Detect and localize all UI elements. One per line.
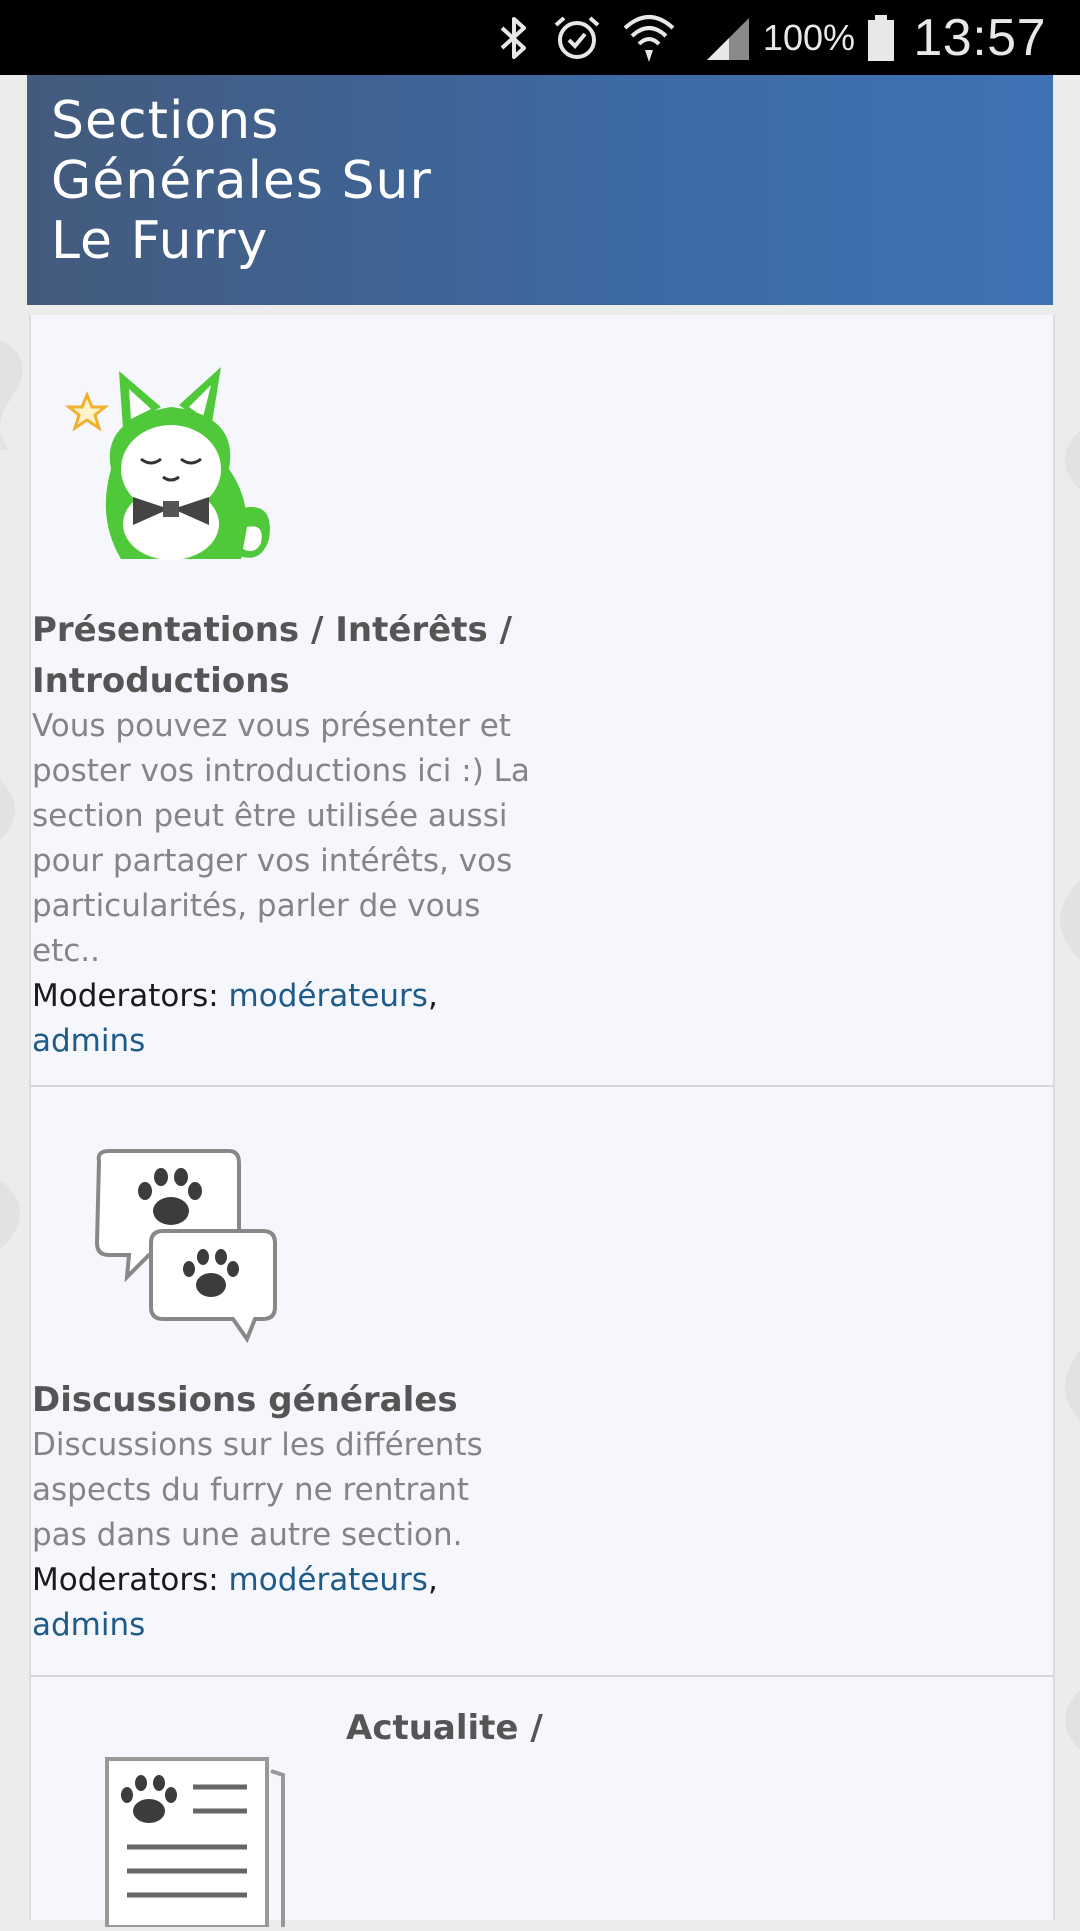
- forum-title-link[interactable]: Discussions générales: [32, 1375, 532, 1426]
- wifi-icon: [623, 0, 675, 75]
- comma-separator: ,: [427, 978, 438, 1014]
- moderators-link[interactable]: modérateurs: [229, 978, 428, 1014]
- forum-list: Présentations / Intérêts / Introductions…: [29, 315, 1055, 1929]
- alarm-icon: [552, 0, 602, 75]
- clock: 13:57: [913, 8, 1046, 67]
- forum-row: Actualite /: [31, 1679, 1053, 1929]
- forum-row: Discussions générales Discussions sur le…: [31, 1089, 1053, 1677]
- moderators-label: Moderators:: [32, 978, 219, 1014]
- moderators-line: Moderators: modérateurs, admins: [32, 1558, 532, 1648]
- forum-title-link[interactable]: Présentations / Intérêts / Introductions: [32, 605, 532, 707]
- forum-description: Vous pouvez vous présenter et poster vos…: [32, 708, 530, 969]
- forum-row: Présentations / Intérêts / Introductions…: [31, 315, 1053, 1087]
- forum-info: Discussions générales Discussions sur le…: [32, 1375, 532, 1648]
- admins-link[interactable]: admins: [32, 1023, 145, 1059]
- comma-separator: ,: [427, 1562, 438, 1598]
- paw-newspaper-icon[interactable]: [77, 1747, 297, 1931]
- category-title[interactable]: Sections Générales Sur Le Furry: [51, 91, 511, 271]
- battery-icon: [866, 0, 896, 75]
- forum-title-link[interactable]: Actualite /: [346, 1703, 546, 1754]
- forum-description: Discussions sur les différents aspects d…: [32, 1427, 483, 1553]
- moderators-link[interactable]: modérateurs: [229, 1562, 428, 1598]
- signal-icon: [703, 0, 751, 75]
- moderators-line: Moderators: modérateurs, admins: [32, 974, 532, 1064]
- paw-speech-bubbles-icon[interactable]: [83, 1145, 283, 1349]
- category-header: Sections Générales Sur Le Furry: [27, 75, 1053, 305]
- admins-link[interactable]: admins: [32, 1607, 145, 1643]
- moderators-label: Moderators:: [32, 1562, 219, 1598]
- green-fox-mascot-icon[interactable]: [61, 359, 281, 573]
- forum-info: Présentations / Intérêts / Introductions…: [32, 605, 532, 1064]
- status-bar: 100% 13:57: [0, 0, 1080, 75]
- battery-percent: 100%: [762, 16, 855, 58]
- bluetooth-icon: [496, 0, 532, 75]
